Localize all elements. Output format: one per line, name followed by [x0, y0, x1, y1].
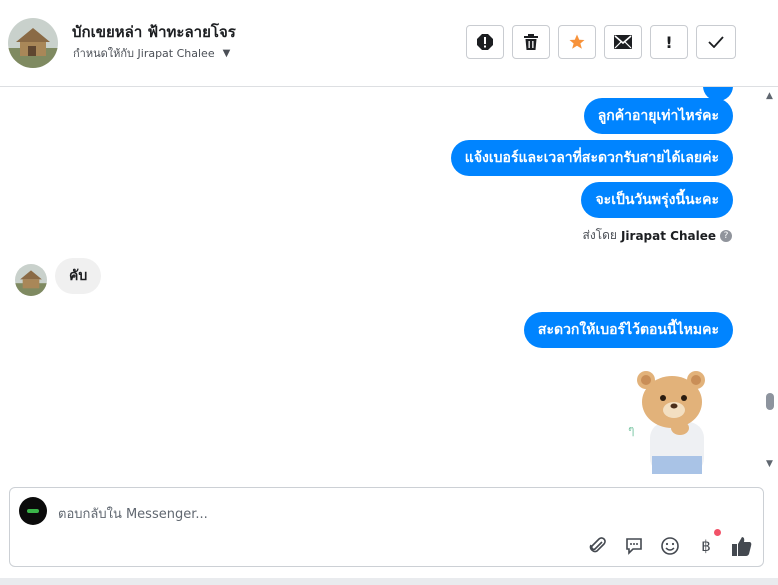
bear-sticker: ๆ [628, 366, 708, 474]
attachment-button[interactable] [587, 535, 609, 557]
mail-icon [614, 35, 632, 49]
page-footer-strip [0, 578, 778, 585]
message-thread: ลูกค้าอายุเท่าไหร่คะ แจ้งเบอร์และเวลาที่… [0, 87, 762, 479]
check-icon [708, 36, 724, 48]
like-button[interactable] [731, 535, 753, 557]
assigned-label: กำหนดให้กับ Jirapat Chalee [73, 47, 215, 60]
reply-composer[interactable]: ตอบกลับใน Messenger... ฿ [9, 487, 764, 567]
sent-by-prefix: ส่งโดย [582, 228, 617, 242]
emoji-button[interactable] [659, 535, 681, 557]
conversation-header: บักเขยหล่า ฟ้าทะลายโจร กำหนดให้กับ Jirap… [0, 0, 778, 87]
message-bubble: แจ้งเบอร์และเวลาที่สะดวกรับสายได้เลยค่ะ [450, 140, 733, 176]
payment-button[interactable]: ฿ [695, 529, 721, 557]
caret-down-icon: ▼ [222, 47, 231, 59]
like-icon [732, 537, 752, 556]
message-bubble: จะเป็นวันพรุ่งนี้นะคะ [581, 182, 733, 218]
emoji-icon [661, 537, 679, 555]
assigned-dropdown[interactable]: กำหนดให้กับ Jirapat Chalee ▼ [73, 44, 230, 62]
svg-text:ๆ: ๆ [628, 423, 634, 437]
exclamation-icon: ! [665, 32, 673, 52]
contact-avatar-small [15, 264, 47, 296]
composer-tools: ฿ [587, 529, 753, 557]
saved-replies-icon [626, 538, 642, 555]
star-icon [569, 34, 585, 49]
trash-icon [524, 34, 538, 50]
message-bubble: ลูกค้าอายุเท่าไหร่คะ [583, 98, 733, 134]
scroll-up-icon[interactable]: ▲ [766, 91, 773, 101]
message-bubble: สะดวกให้เบอร์ไว้ตอนนี้ไหมคะ [523, 312, 733, 348]
contact-avatar[interactable] [8, 18, 58, 68]
contact-name: บักเขยหล่า ฟ้าทะลายโจร [72, 23, 236, 41]
mark-unread-button[interactable] [604, 25, 642, 59]
question-icon[interactable]: ? [720, 229, 732, 242]
spam-icon [477, 34, 493, 50]
sent-by-name: Jirapat Chalee [620, 228, 716, 243]
star-button[interactable] [558, 25, 596, 59]
scrollbar-thumb[interactable] [766, 393, 774, 410]
saved-replies-button[interactable] [623, 535, 645, 557]
attachment-icon [589, 537, 606, 553]
mark-done-button[interactable] [696, 25, 736, 59]
notification-dot [714, 529, 721, 536]
incoming-message-bubble: คับ [55, 258, 102, 294]
page-avatar [19, 497, 47, 525]
reply-input[interactable]: ตอบกลับใน Messenger... [58, 503, 208, 524]
thread-scrollbar[interactable]: ▲ ▼ [762, 87, 778, 479]
scroll-down-icon[interactable]: ▼ [766, 459, 773, 469]
delete-button[interactable] [512, 25, 550, 59]
follow-up-button[interactable]: ! [650, 25, 688, 59]
payment-icon: ฿ [701, 537, 711, 555]
sent-by-label: ส่งโดย Jirapat Chalee ? [582, 226, 732, 245]
spam-button[interactable] [466, 25, 504, 59]
conversation-toolbar: ! [466, 25, 736, 59]
